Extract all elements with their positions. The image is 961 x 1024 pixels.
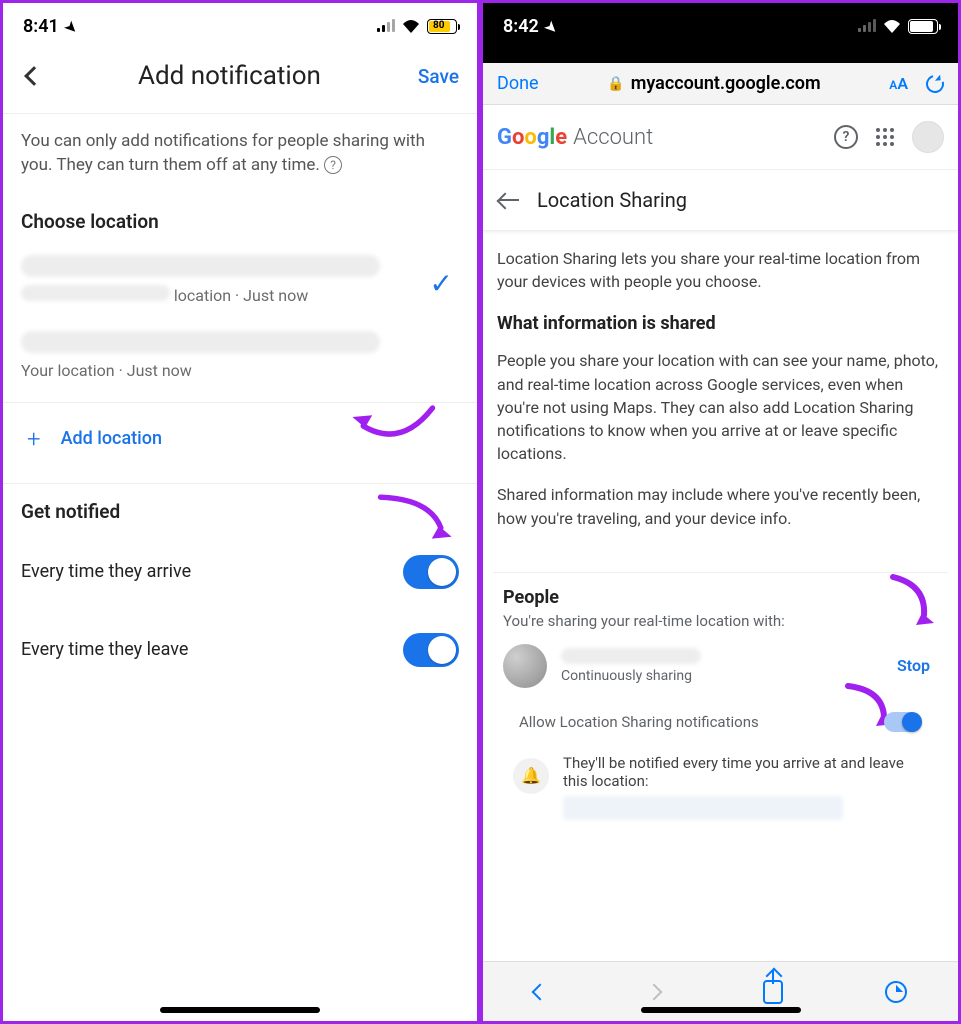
done-button[interactable]: Done (497, 73, 539, 94)
safari-forward-button[interactable] (646, 983, 663, 1000)
check-icon: ✓ (430, 267, 453, 300)
back-button[interactable] (499, 199, 519, 201)
leave-toggle[interactable] (403, 633, 459, 667)
allow-label: Allow Location Sharing notifications (519, 713, 759, 731)
back-button[interactable] (24, 66, 44, 86)
cellular-signal-icon (377, 20, 395, 32)
what-shared-heading: What information is shared (497, 311, 944, 337)
people-heading: People (503, 587, 938, 608)
annotation-arrow (347, 399, 437, 449)
allow-notifications-row: Allow Location Sharing notifications (513, 706, 928, 738)
lock-icon: 🔒 (607, 76, 624, 92)
location-sharing-body: Location Sharing lets you share your rea… (483, 231, 958, 564)
google-account-logo: Google Account (497, 125, 653, 150)
redacted-address (21, 255, 380, 277)
google-account-header: Google Account ? (483, 105, 958, 170)
arrive-label: Every time they arrive (21, 561, 191, 582)
plus-icon: + (27, 425, 41, 453)
reload-button[interactable] (923, 71, 948, 96)
share-button[interactable] (763, 980, 783, 1004)
home-indicator[interactable] (160, 1007, 320, 1013)
arrive-toggle[interactable] (403, 555, 459, 589)
url-display[interactable]: 🔒 myaccount.google.com (607, 73, 820, 94)
location-sharing-title: Location Sharing (537, 188, 687, 212)
bell-icon: 🔔 (513, 758, 549, 794)
annotation-arrow (878, 571, 938, 631)
annotation-arrow (367, 490, 457, 540)
text-size-button[interactable]: AA (889, 74, 908, 93)
cellular-signal-icon (858, 20, 876, 32)
get-notified-heading: Get notified (3, 484, 477, 533)
open-in-safari-button[interactable] (885, 981, 907, 1003)
status-bar: 8:42 (483, 3, 958, 43)
sharing-status: Continuously sharing (561, 668, 701, 684)
info-icon[interactable]: ? (324, 156, 342, 174)
wifi-icon (882, 19, 902, 34)
leave-label: Every time they leave (21, 639, 188, 660)
location-option-1[interactable]: location · Just now ✓ (3, 243, 477, 319)
page-title: Add notification (138, 61, 321, 91)
redacted-address (21, 331, 380, 353)
battery-level: 80 (433, 20, 444, 31)
battery-icon (908, 19, 938, 34)
wifi-icon (401, 19, 421, 34)
safari-url-bar: Done 🔒 myaccount.google.com AA (483, 63, 958, 105)
status-time: 8:41 (23, 16, 59, 37)
shared-paragraph-1: People you share your location with can … (497, 349, 944, 465)
location-option-2[interactable]: Your location · Just now (3, 319, 477, 394)
intro-text: Location Sharing lets you share your rea… (497, 247, 944, 293)
info-text: You can only add notifications for peopl… (3, 114, 477, 194)
people-card: People You're sharing your real-time loc… (493, 572, 948, 830)
choose-location-heading: Choose location (3, 194, 477, 243)
notification-detail-row: 🔔 They'll be notified every time you arr… (513, 754, 928, 820)
location-sharing-header: Location Sharing (483, 170, 958, 231)
location-services-icon (63, 16, 77, 37)
page-header: Add notification Save (3, 43, 477, 114)
location-services-icon (543, 16, 557, 37)
avatar[interactable] (912, 121, 944, 153)
battery-icon: 80 (427, 19, 457, 34)
person-avatar (503, 644, 547, 688)
apps-icon[interactable] (876, 128, 894, 146)
people-subtext: You're sharing your real-time location w… (503, 612, 938, 630)
add-location-button[interactable]: + Add location (3, 403, 477, 475)
safari-back-button[interactable] (532, 983, 549, 1000)
status-bar: 8:41 80 (3, 3, 477, 43)
arrive-toggle-row: Every time they arrive (3, 533, 477, 611)
redacted-name (21, 285, 170, 301)
shared-paragraph-2: Shared information may include where you… (497, 483, 944, 529)
safari-top-gap (483, 43, 958, 63)
home-indicator[interactable] (641, 1007, 801, 1013)
status-time: 8:42 (503, 16, 539, 37)
help-icon[interactable]: ? (834, 125, 858, 149)
leave-toggle-row: Every time they leave (3, 611, 477, 689)
add-location-label: Add location (61, 428, 162, 449)
allow-notifications-toggle[interactable] (884, 712, 922, 732)
location-meta: location · Just now (174, 286, 308, 305)
phone-left: 8:41 80 Add notification Save You can on… (0, 0, 480, 1024)
notification-text: They'll be notified every time you arriv… (563, 754, 928, 790)
phone-right: 8:42 Done 🔒 myaccount.google.com AA (480, 0, 961, 1024)
location-meta: Your location · Just now (21, 361, 192, 380)
redacted-name (561, 648, 701, 664)
redacted-location (563, 796, 843, 820)
save-button[interactable]: Save (418, 65, 459, 88)
stop-button[interactable]: Stop (897, 656, 930, 675)
